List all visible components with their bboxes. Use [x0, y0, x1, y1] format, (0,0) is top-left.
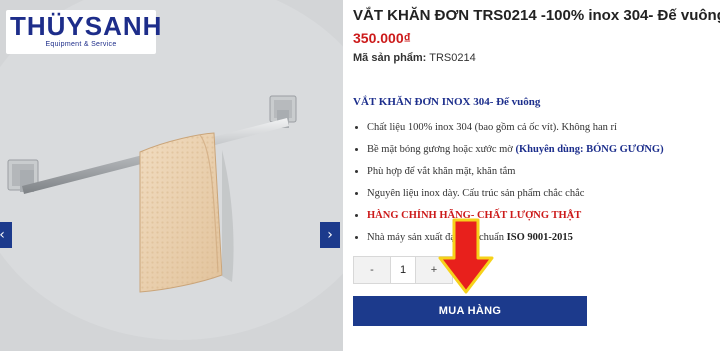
feature-text: Phù hợp để vắt khăn mặt, khăn tắm	[367, 166, 516, 177]
list-item: Phù hợp để vắt khăn mặt, khăn tắm	[353, 165, 720, 187]
pointer-arrow-icon	[438, 218, 494, 294]
list-item: Bề mặt bóng gương hoặc xước mờ (Khuyên d…	[353, 143, 720, 165]
buy-button[interactable]: MUA HÀNG	[353, 296, 587, 326]
product-gallery: THÜYSANH Equipment & Service ‹ ›	[0, 0, 343, 351]
brand-logo[interactable]: THÜYSANH Equipment & Service	[6, 10, 163, 54]
logo-wordmark: THÜYSANH	[10, 11, 163, 41]
product-details: VẮT KHĂN ĐƠN TRS0214 -100% inox 304- Đế …	[353, 0, 720, 351]
quantity-decrease-button[interactable]: -	[354, 257, 390, 283]
feature-text: Bề mặt bóng gương hoặc xước mờ	[367, 144, 516, 155]
feature-text: Nguyên liệu inox dày. Cấu trúc sản phẩm …	[367, 188, 585, 199]
feature-emphasis: (Khuyên dùng: BÓNG GƯƠNG)	[515, 144, 664, 155]
chevron-left-icon: ‹	[0, 227, 5, 243]
feature-text: Chất liệu 100% inox 304 (bao gồm cả ốc v…	[367, 122, 617, 133]
list-item: Nguyên liệu inox dày. Cấu trúc sản phẩm …	[353, 187, 720, 209]
product-title: VẮT KHĂN ĐƠN TRS0214 -100% inox 304- Đế …	[353, 7, 720, 24]
feature-emphasis: ISO 9001-2015	[506, 232, 573, 243]
product-price: 350.000₫	[353, 30, 411, 46]
gallery-prev-button[interactable]: ‹	[0, 222, 12, 248]
list-item: HÀNG CHÍNH HÃNG- CHẤT LƯỢNG THẬT	[353, 209, 720, 231]
logo-tagline: Equipment & Service	[45, 41, 117, 48]
quantity-input[interactable]	[390, 257, 416, 283]
description-title: VẮT KHĂN ĐƠN INOX 304- Đế vuông	[353, 96, 541, 108]
product-sku: Mã sản phẩm: TRS0214	[353, 51, 476, 65]
list-item: Nhà máy sản xuất đạt tiêu chuẩn ISO 9001…	[353, 231, 720, 253]
list-item: Chất liệu 100% inox 304 (bao gồm cả ốc v…	[353, 121, 720, 143]
gallery-next-button[interactable]: ›	[320, 222, 340, 248]
feature-list: Chất liệu 100% inox 304 (bao gồm cả ốc v…	[353, 121, 720, 253]
sku-label: Mã sản phẩm:	[353, 52, 427, 64]
sku-value: TRS0214	[429, 52, 476, 64]
chevron-right-icon: ›	[327, 227, 333, 243]
